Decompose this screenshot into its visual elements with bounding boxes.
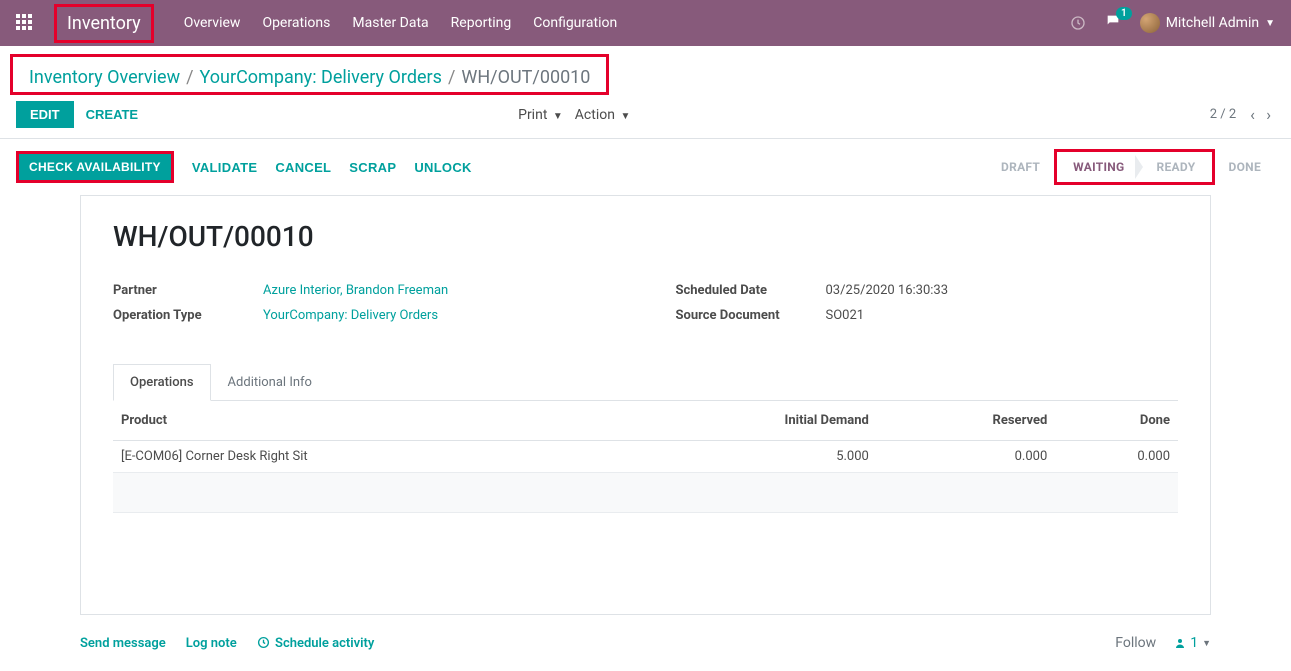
crumb-current: WH/OUT/00010 — [461, 67, 590, 88]
conversations-icon[interactable]: 1 — [1104, 13, 1122, 33]
optype-label: Operation Type — [113, 308, 263, 323]
crumb-sep: / — [186, 67, 193, 88]
user-icon — [1174, 637, 1186, 649]
nav-operations[interactable]: Operations — [262, 15, 330, 31]
caret-icon: ▼ — [1265, 18, 1275, 29]
crumb-inventory-overview[interactable]: Inventory Overview — [29, 67, 180, 88]
chat-badge: 1 — [1116, 7, 1132, 20]
status-draft: DRAFT — [987, 154, 1054, 180]
pager-prev[interactable]: ‹ — [1246, 105, 1259, 124]
cell-initial: 5.000 — [624, 441, 877, 473]
clock-icon — [257, 636, 270, 649]
source-doc-value: SO021 — [826, 308, 865, 323]
pager-next[interactable]: › — [1262, 105, 1275, 124]
unlock-button[interactable]: UNLOCK — [414, 160, 471, 175]
cancel-button[interactable]: CANCEL — [275, 160, 331, 175]
partner-label: Partner — [113, 283, 263, 298]
create-button[interactable]: CREATE — [86, 107, 138, 122]
form-sheet: WH/OUT/00010 Partner Azure Interior, Bra… — [80, 195, 1211, 615]
validate-button[interactable]: VALIDATE — [192, 160, 257, 175]
operations-table: Product Initial Demand Reserved Done [E-… — [113, 401, 1178, 513]
record-title: WH/OUT/00010 — [113, 220, 1178, 253]
send-message-button[interactable]: Send message — [80, 636, 166, 651]
avatar — [1140, 13, 1160, 33]
col-product[interactable]: Product — [113, 401, 624, 441]
status-done: DONE — [1215, 154, 1276, 180]
check-availability-button[interactable]: CHECK AVAILABILITY — [16, 151, 174, 183]
nav-master-data[interactable]: Master Data — [352, 15, 428, 31]
cell-product: [E-COM06] Corner Desk Right Sit — [113, 441, 624, 473]
status-ready: READY — [1143, 154, 1210, 180]
apps-icon[interactable] — [16, 14, 34, 32]
edit-button[interactable]: EDIT — [16, 101, 74, 128]
nav-configuration[interactable]: Configuration — [533, 15, 617, 31]
app-title[interactable]: Inventory — [54, 4, 154, 43]
cell-done: 0.000 — [1055, 441, 1178, 473]
action-dropdown[interactable]: Action ▼ — [575, 107, 631, 123]
scheduled-date-value: 03/25/2020 16:30:33 — [826, 283, 949, 298]
crumb-delivery-orders[interactable]: YourCompany: Delivery Orders — [200, 67, 442, 88]
col-initial-demand[interactable]: Initial Demand — [624, 401, 877, 441]
partner-link[interactable]: Azure Interior, Brandon Freeman — [263, 283, 448, 298]
user-menu[interactable]: Mitchell Admin ▼ — [1140, 13, 1275, 33]
scrap-button[interactable]: SCRAP — [349, 160, 396, 175]
clock-icon[interactable] — [1070, 15, 1086, 31]
table-row[interactable]: [E-COM06] Corner Desk Right Sit 5.000 0.… — [113, 441, 1178, 473]
schedule-activity-button[interactable]: Schedule activity — [257, 636, 375, 651]
followers-count[interactable]: 1 ▼ — [1174, 635, 1211, 651]
tab-operations[interactable]: Operations — [113, 364, 211, 401]
status-waiting: WAITING — [1059, 154, 1138, 180]
col-done[interactable]: Done — [1055, 401, 1178, 441]
breadcrumb: Inventory Overview / YourCompany: Delive… — [10, 54, 609, 95]
nav-reporting[interactable]: Reporting — [451, 15, 512, 31]
scheduled-date-label: Scheduled Date — [676, 283, 826, 298]
col-reserved[interactable]: Reserved — [877, 401, 1055, 441]
pager-text: 2 / 2 — [1210, 107, 1236, 122]
status-bar: WAITING READY — [1054, 149, 1214, 185]
cell-reserved: 0.000 — [877, 441, 1055, 473]
print-dropdown[interactable]: Print ▼ — [518, 107, 563, 123]
nav-overview[interactable]: Overview — [184, 15, 241, 31]
user-name: Mitchell Admin — [1166, 15, 1259, 31]
optype-link[interactable]: YourCompany: Delivery Orders — [263, 308, 438, 323]
follow-button[interactable]: Follow — [1115, 635, 1156, 651]
caret-icon: ▼ — [1202, 638, 1211, 649]
log-note-button[interactable]: Log note — [186, 636, 237, 651]
crumb-sep: / — [448, 67, 455, 88]
tab-additional-info[interactable]: Additional Info — [211, 364, 329, 401]
source-doc-label: Source Document — [676, 308, 826, 323]
